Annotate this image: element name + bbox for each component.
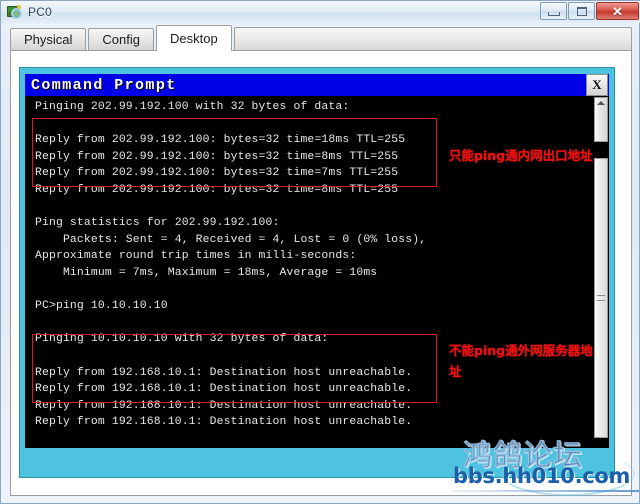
terminal-scrollbar[interactable] [593,96,609,448]
network-device-icon [6,4,22,20]
tab-physical[interactable]: Physical [10,28,87,51]
maximize-icon [576,6,587,16]
tab-strip-filler [233,27,632,51]
terminal-line: Reply from 202.99.192.100: bytes=32 time… [35,167,399,180]
annotation-internal-gateway: 只能ping通内网出口地址 [449,148,593,163]
command-prompt-window: Command Prompt X Pinging 202.99.192.100 … [19,67,615,478]
window-controls: ✕ [539,2,639,20]
close-icon: ✕ [612,3,623,19]
command-prompt-output-area[interactable]: Pinging 202.99.192.100 with 32 bytes of … [25,96,609,448]
terminal-line: Packets: Sent = 4, Received = 4, Lost = … [35,233,427,246]
minimize-icon [547,11,560,16]
tab-strip: Physical Config Desktop [10,25,632,51]
terminal-line: Pinging 202.99.192.100 with 32 bytes of … [35,101,350,113]
application-window: PC0 ✕ Physical Config Desktop Command Pr… [0,0,640,504]
terminal-line: Reply from 192.168.10.1: Destination hos… [35,383,413,396]
scrollbar-grip-icon [597,295,605,301]
terminal-line: Reply from 192.168.10.1: Destination hos… [35,366,413,379]
terminal-line: Reply from 192.168.10.1: Destination hos… [35,399,413,412]
terminal-line: Reply from 192.168.10.1: Destination hos… [35,416,413,429]
window-title-bar: PC0 ✕ [1,1,640,23]
terminal-line: Pinging 10.10.10.10 with 32 bytes of dat… [35,333,329,346]
maximize-button[interactable] [568,2,595,20]
terminal-line: Ping statistics for 10.10.10.10: [35,447,455,448]
annotation-external-server: 不能ping通外网服务器地址 [449,343,593,379]
tab-config[interactable]: Config [88,28,154,51]
window-title: PC0 [28,5,52,19]
chevron-up-icon [597,101,605,105]
command-prompt-title-bar: Command Prompt X [25,74,609,96]
terminal-line: Reply from 202.99.192.100: bytes=32 time… [35,183,399,196]
terminal-line: Minimum = 7ms, Maximum = 18ms, Average =… [35,266,378,279]
command-prompt-close-button[interactable]: X [586,74,608,96]
terminal-line: PC>ping 10.10.10.10 [35,300,168,313]
tab-desktop[interactable]: Desktop [156,25,232,51]
minimize-button[interactable] [540,2,567,20]
terminal-line: Reply from 202.99.192.100: bytes=32 time… [35,134,406,147]
terminal-text: Pinging 202.99.192.100 with 32 bytes of … [35,99,455,448]
scroll-up-button[interactable] [594,97,608,142]
terminal-line: Reply from 202.99.192.100: bytes=32 time… [35,150,399,163]
command-prompt-title: Command Prompt [31,76,177,94]
close-button[interactable]: ✕ [596,2,639,20]
terminal-line: Approximate round trip times in milli-se… [35,250,357,263]
terminal-line: Ping statistics for 202.99.192.100: [35,217,280,230]
scrollbar-thumb[interactable] [594,158,608,438]
